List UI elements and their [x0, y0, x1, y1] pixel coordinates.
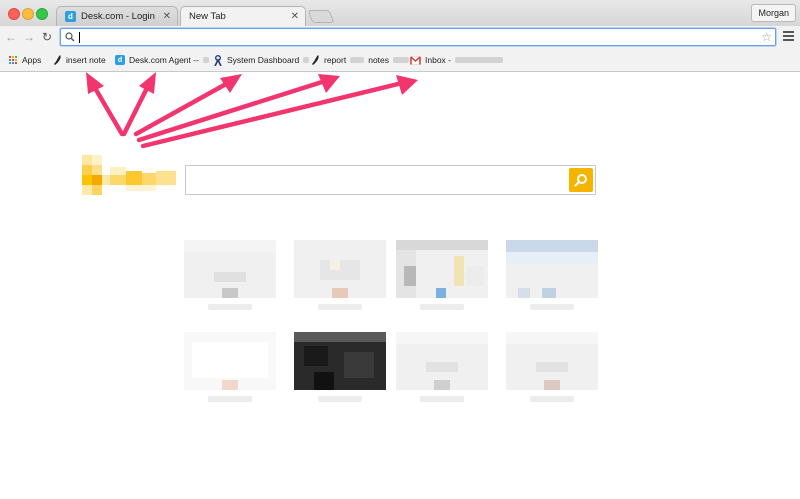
reload-icon[interactable]: ↻ — [40, 29, 54, 45]
tile-title — [530, 396, 574, 402]
most-visited-tile[interactable] — [396, 240, 488, 298]
address-input[interactable] — [81, 30, 741, 44]
bookmark-report-notes[interactable]: report notes — [312, 53, 410, 67]
tab-label: New Tab — [189, 11, 226, 22]
search-icon — [574, 174, 587, 187]
bookmark-system-dashboard[interactable]: System Dashboard — [213, 53, 310, 67]
tile-title — [318, 304, 362, 310]
annotation-arrow — [136, 79, 325, 143]
tile-title — [420, 396, 464, 402]
search-engine-logo — [82, 155, 176, 195]
title-bar: d Desk.com - Login ✕ New Tab ✕ Morgan — [0, 0, 800, 26]
dashboard-icon — [214, 54, 222, 66]
most-visited-tile[interactable] — [506, 332, 598, 390]
tab-close-icon[interactable]: ✕ — [163, 11, 171, 22]
apps-grid-icon — [9, 55, 18, 65]
annotation-arrow-head — [86, 72, 104, 94]
redacted-text — [202, 57, 209, 63]
redacted-text — [303, 57, 310, 63]
tile-title — [318, 396, 362, 402]
redacted-text — [455, 57, 503, 63]
browser-toolbar: ← → ↻ ☆ — [0, 26, 800, 48]
tile-title — [530, 304, 574, 310]
bookmark-label: insert note — [66, 55, 106, 65]
profile-button[interactable]: Morgan — [751, 4, 796, 22]
tab-desk-login[interactable]: d Desk.com - Login ✕ — [56, 6, 178, 26]
most-visited-tile[interactable] — [294, 332, 386, 390]
annotation-arrow-head — [139, 72, 156, 94]
quill-icon — [312, 55, 319, 65]
search-box[interactable] — [185, 165, 596, 195]
tile-title — [208, 304, 252, 310]
annotation-arrow-head — [318, 74, 340, 93]
window-maximize-button[interactable] — [36, 8, 48, 20]
most-visited-tile[interactable] — [184, 240, 276, 298]
most-visited-tile[interactable] — [184, 332, 276, 390]
new-tab-button[interactable] — [307, 10, 335, 23]
desk-favicon-icon: d — [115, 55, 125, 65]
bookmark-apps[interactable]: Apps — [9, 53, 41, 67]
tile-title — [420, 304, 464, 310]
bookmark-label-suffix: notes — [368, 55, 390, 65]
redacted-text — [350, 57, 365, 63]
star-icon[interactable]: ☆ — [761, 30, 772, 44]
annotation-arrow-head — [396, 75, 418, 95]
bookmark-label: report — [324, 55, 347, 65]
bookmark-label: Inbox - — [425, 55, 451, 65]
bookmark-label: Apps — [22, 55, 42, 65]
most-visited-tile[interactable] — [506, 240, 598, 298]
search-icon — [65, 32, 75, 42]
tab-new-tab[interactable]: New Tab ✕ — [180, 6, 306, 26]
window-close-button[interactable] — [8, 8, 20, 20]
search-button[interactable] — [569, 168, 593, 192]
tab-close-icon[interactable]: ✕ — [291, 11, 299, 22]
search-input[interactable] — [192, 172, 562, 188]
bookmarks-bar: Apps insert note d Desk.com Agent -- Sys… — [0, 48, 800, 72]
desk-favicon-icon: d — [65, 11, 76, 22]
hamburger-menu-icon[interactable] — [783, 31, 794, 43]
window-minimize-button[interactable] — [22, 8, 34, 20]
text-cursor — [79, 32, 80, 43]
annotation-arrow — [92, 85, 125, 137]
redacted-text — [393, 57, 410, 63]
bookmark-insert-note[interactable]: insert note — [54, 53, 106, 67]
annotation-arrow — [121, 85, 150, 137]
most-visited-tile[interactable] — [396, 332, 488, 390]
address-bar[interactable]: ☆ — [60, 28, 776, 46]
bookmark-label: Desk.com Agent -- — [129, 55, 199, 65]
annotation-arrow — [140, 81, 401, 149]
bookmark-label: System Dashboard — [227, 55, 300, 65]
quill-icon — [54, 55, 61, 65]
bookmark-desk-agent[interactable]: d Desk.com Agent -- — [115, 53, 209, 67]
gmail-icon — [410, 55, 421, 65]
tile-title — [208, 396, 252, 402]
annotation-arrow-head — [220, 74, 242, 93]
bookmark-inbox[interactable]: Inbox - — [410, 53, 503, 67]
forward-arrow-icon[interactable]: → — [22, 29, 36, 45]
tab-label: Desk.com - Login — [81, 11, 155, 22]
annotation-arrow — [133, 81, 229, 137]
back-arrow-icon[interactable]: ← — [4, 29, 18, 45]
most-visited-tile[interactable] — [294, 240, 386, 298]
